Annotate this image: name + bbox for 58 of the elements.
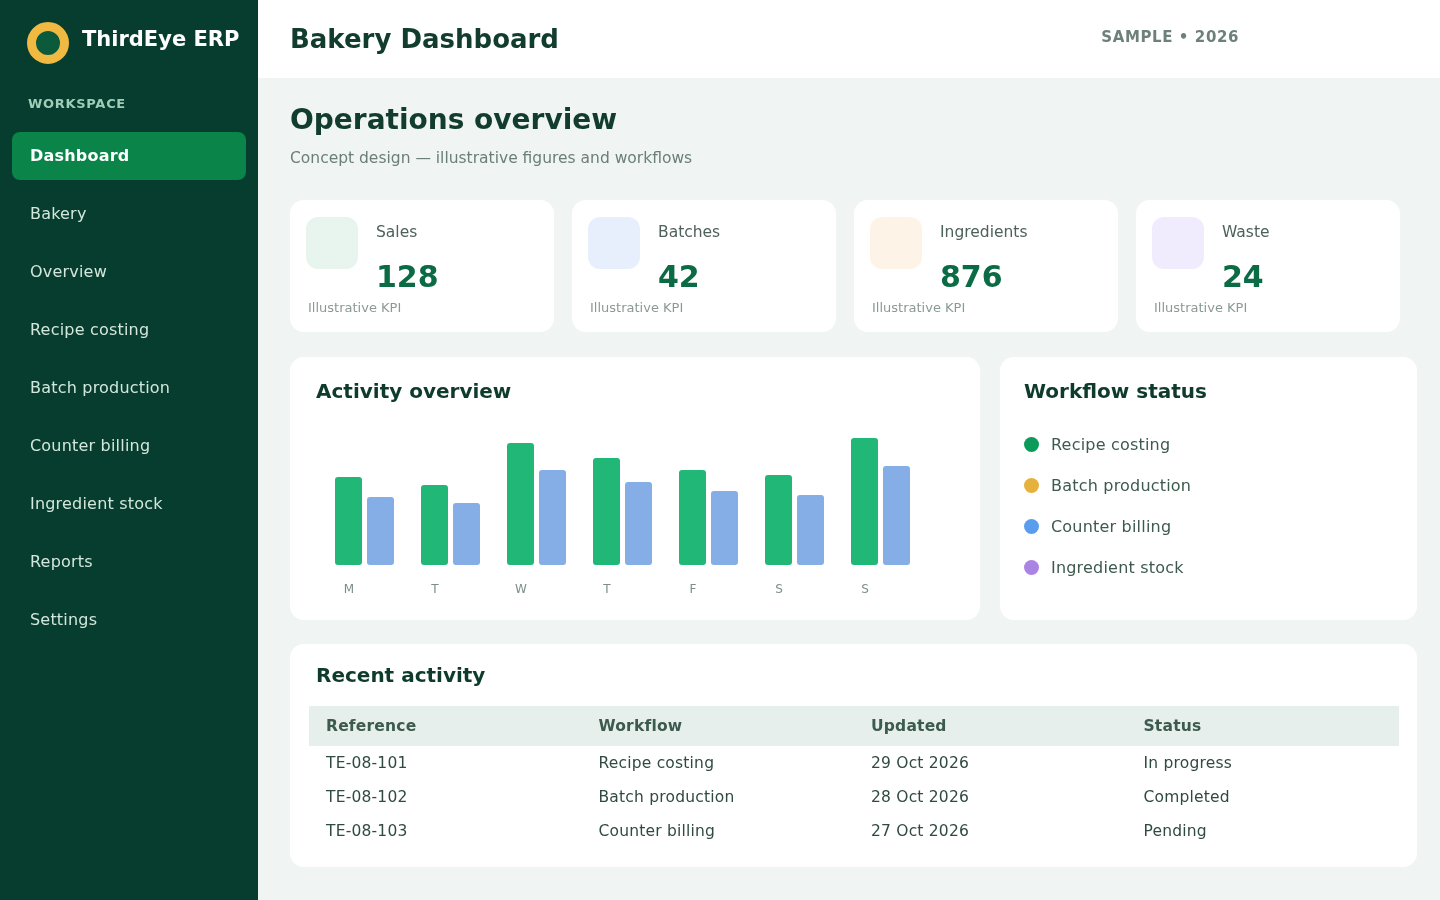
brand-name: ThirdEye ERP bbox=[82, 26, 240, 52]
day-label: T bbox=[431, 582, 439, 596]
page-title: Operations overview bbox=[290, 102, 619, 138]
nav-item[interactable]: Recipe costing bbox=[12, 306, 246, 354]
table-cell-text: Pending bbox=[1142, 821, 1208, 842]
page-subtitle: Concept design — illustrative figures and workflows bbox=[290, 148, 694, 168]
kpi-label: Sales bbox=[376, 222, 418, 242]
column-header: Reference bbox=[309, 706, 582, 746]
kpi-note: Illustrative KPI bbox=[872, 300, 966, 316]
header-tag: SAMPLE • 2026 bbox=[1101, 28, 1239, 46]
panel-title: Activity overview bbox=[316, 379, 512, 403]
table-cell-text: 27 Oct 2026 bbox=[870, 821, 971, 842]
day-label: F bbox=[689, 582, 697, 596]
day-label: S bbox=[775, 582, 783, 596]
status-label: Batch production bbox=[1051, 476, 1192, 495]
status-label: Recipe costing bbox=[1051, 435, 1171, 454]
nav-item[interactable]: Settings bbox=[12, 596, 246, 644]
table-cell-text: Batch production bbox=[597, 787, 736, 808]
day-label: S bbox=[861, 582, 869, 596]
day-label: W bbox=[515, 582, 527, 596]
kpi-label: Ingredients bbox=[940, 222, 1028, 242]
table-cell: 29 Oct 2026 bbox=[854, 746, 1127, 780]
nav-item[interactable]: Counter billing bbox=[12, 422, 246, 470]
ring-logo-icon bbox=[27, 22, 69, 64]
kpi-label: Batches bbox=[658, 222, 721, 242]
kpi-value: 128 bbox=[376, 258, 439, 296]
panel-title: Workflow status bbox=[1024, 379, 1207, 403]
kpi-value: 876 bbox=[940, 258, 1003, 296]
table-cell: Recipe costing bbox=[581, 746, 854, 780]
kpi-value: 24 bbox=[1222, 258, 1264, 296]
status-label: Counter billing bbox=[1051, 517, 1172, 536]
nav-item[interactable]: Overview bbox=[12, 248, 246, 296]
nav-item[interactable]: Batch production bbox=[12, 364, 246, 412]
table-cell-text: TE-08-102 bbox=[325, 787, 409, 808]
table-cell-text: Completed bbox=[1142, 787, 1231, 808]
table-cell-text: TE-08-103 bbox=[325, 821, 409, 842]
nav-item[interactable]: Ingredient stock bbox=[12, 480, 246, 528]
kpi-note: Illustrative KPI bbox=[308, 300, 402, 316]
status-label: Ingredient stock bbox=[1051, 558, 1184, 577]
day-label: M bbox=[343, 582, 355, 596]
nav-item[interactable]: Dashboard bbox=[12, 132, 246, 180]
column-header: Workflow bbox=[581, 706, 854, 746]
kpi-note: Illustrative KPI bbox=[590, 300, 684, 316]
table-cell: TE-08-101 bbox=[309, 746, 582, 780]
nav-item[interactable]: Reports bbox=[12, 538, 246, 586]
nav-item[interactable]: Bakery bbox=[12, 190, 246, 238]
table-cell-text: 28 Oct 2026 bbox=[870, 787, 971, 808]
header-title: Bakery Dashboard bbox=[290, 23, 559, 55]
kpi-label: Waste bbox=[1222, 222, 1270, 242]
table-cell-text: Counter billing bbox=[597, 821, 717, 842]
kpi-note: Illustrative KPI bbox=[1154, 300, 1248, 316]
day-label: T bbox=[603, 582, 611, 596]
column-header: Updated bbox=[854, 706, 1127, 746]
panel-title: Recent activity bbox=[316, 663, 486, 687]
kpi-value: 42 bbox=[658, 258, 700, 296]
section-label: WORKSPACE bbox=[28, 95, 126, 113]
column-header: Status bbox=[1126, 706, 1399, 746]
table-cell: In progress bbox=[1126, 746, 1399, 780]
